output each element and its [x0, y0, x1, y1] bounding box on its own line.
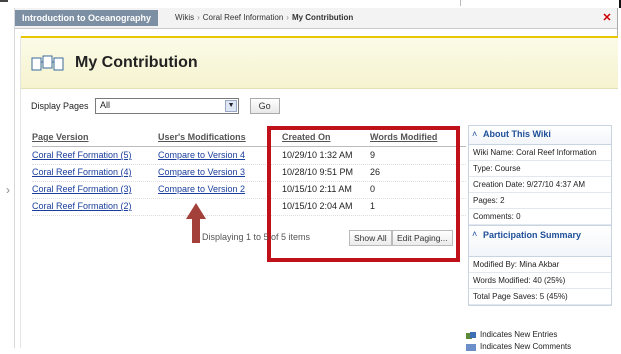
breadcrumb: Introduction to Oceanography Wikis › Coral…: [15, 8, 617, 29]
edit-paging-button[interactable]: Edit Paging...: [392, 230, 453, 246]
show-all-button[interactable]: Show All: [349, 230, 392, 246]
legend-new-comments: Indicates New Comments: [480, 342, 572, 351]
participation-summary-panel: ˄ Participation Summary Modified By: Min…: [468, 225, 612, 306]
participation-summary-title: Participation Summary: [483, 230, 582, 240]
participation-summary-header[interactable]: ˄ Participation Summary: [469, 226, 611, 257]
close-icon[interactable]: ✕: [601, 12, 613, 24]
about-wiki-title: About This Wiki: [483, 129, 551, 139]
legend: Indicates New Entries Indicates New Comm…: [466, 330, 571, 354]
about-wiki-name: Wiki Name: Coral Reef Information: [469, 145, 611, 161]
legend-item: Indicates New Entries: [466, 330, 571, 342]
page-version-link[interactable]: Coral Reef Formation (3): [32, 184, 132, 194]
pagination-bar: Displaying 1 to 5 of 5 items Show All Ed…: [202, 230, 462, 246]
top-strip: [0, 0, 621, 8]
participation-words-modified: Words Modified: 40 (25%): [469, 273, 611, 289]
legend-item: Indicates New Comments: [466, 342, 571, 354]
new-comments-icon: [466, 344, 476, 351]
compare-link[interactable]: Compare to Version 4: [158, 150, 245, 160]
participation-total-saves: Total Page Saves: 5 (45%): [469, 289, 611, 305]
about-wiki-panel: ˄ About This Wiki Wiki Name: Coral Reef …: [468, 125, 612, 226]
chevron-down-icon[interactable]: ▼: [225, 100, 238, 112]
breadcrumb-separator-icon: ›: [197, 13, 200, 22]
pagination-text: Displaying 1 to 5 of 5 items: [202, 232, 311, 242]
arrow-up-icon: [186, 203, 206, 243]
legend-new-entries: Indicates New Entries: [480, 330, 558, 339]
left-margin: ›: [0, 8, 15, 348]
main-content: My Contribution Display Pages All ▼ Go P…: [20, 36, 618, 351]
breadcrumb-wikis[interactable]: Wikis: [175, 13, 194, 22]
page-version-link[interactable]: Coral Reef Formation (5): [32, 150, 132, 160]
page-title-panel: My Contribution: [21, 36, 618, 89]
new-entries-icon: [466, 332, 476, 339]
breadcrumb-trail: Wikis › Coral Reef Information › My Contribu…: [175, 8, 353, 28]
display-pages-label: Display Pages: [31, 101, 89, 111]
compare-link[interactable]: Compare to Version 2: [158, 184, 245, 194]
about-wiki-header[interactable]: ˄ About This Wiki: [469, 126, 611, 145]
go-button[interactable]: Go: [249, 98, 280, 114]
page-version-link[interactable]: Coral Reef Formation (2): [32, 201, 132, 211]
breadcrumb-separator-icon: ›: [286, 13, 289, 22]
course-menu-button[interactable]: Introduction to Oceanography: [15, 10, 159, 26]
compare-link[interactable]: Compare to Version 3: [158, 167, 245, 177]
breadcrumb-current: My Contribution: [291, 13, 354, 22]
about-wiki-type: Type: Course: [469, 161, 611, 177]
top-divider: [460, 0, 461, 6]
chevron-right-icon[interactable]: ›: [6, 184, 10, 196]
top-left-line: [0, 0, 8, 2]
collapse-icon[interactable]: ˄: [472, 229, 477, 239]
about-wiki-comments: Comments: 0: [469, 209, 611, 225]
participation-modified-by: Modified By: Mina Akbar: [469, 257, 611, 273]
column-header-modifications[interactable]: User's Modifications: [158, 132, 246, 142]
wiki-pages-icon: [31, 55, 64, 71]
column-header-page-version[interactable]: Page Version: [32, 132, 89, 142]
collapse-icon[interactable]: ˄: [472, 129, 477, 139]
about-wiki-creation-date: Creation Date: 9/27/10 4:37 AM: [469, 177, 611, 193]
display-pages-value: All: [100, 100, 111, 110]
display-pages-select[interactable]: All ▼: [95, 98, 240, 114]
display-controls: Display Pages All ▼ Go: [31, 98, 280, 114]
page-title: My Contribution: [75, 54, 198, 71]
about-wiki-pages: Pages: 2: [469, 193, 611, 209]
breadcrumb-wiki-name[interactable]: Coral Reef Information: [203, 13, 283, 22]
page-version-link[interactable]: Coral Reef Formation (4): [32, 167, 132, 177]
